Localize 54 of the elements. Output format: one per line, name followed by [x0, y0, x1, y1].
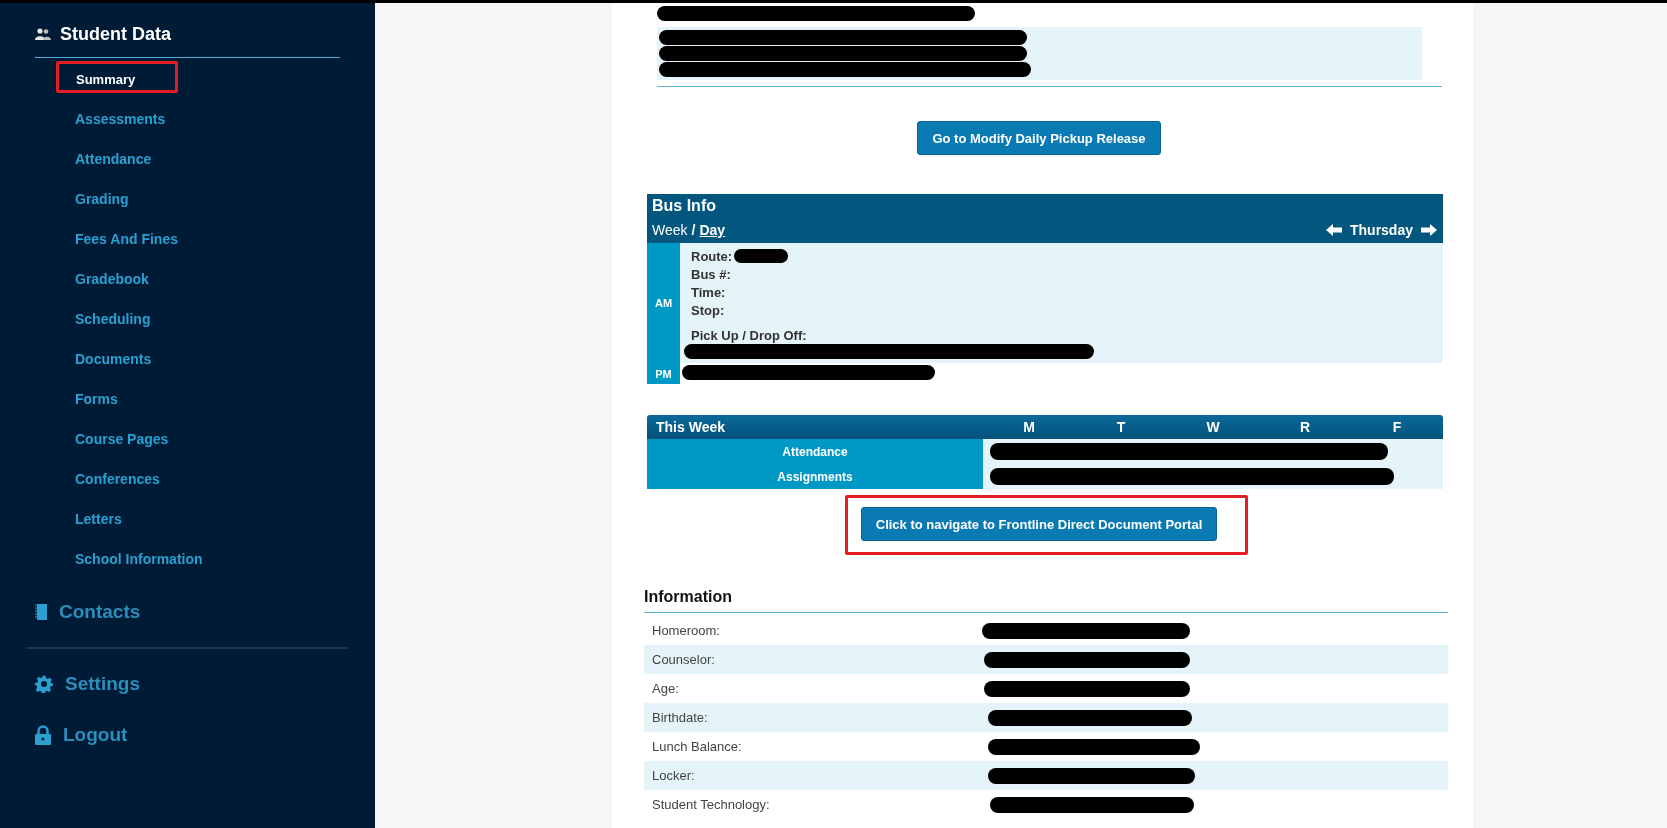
sidebar-link[interactable]: Logout — [35, 723, 375, 747]
sidebar-item[interactable]: Scheduling — [75, 310, 151, 329]
day-label: Thursday — [1350, 222, 1413, 238]
sidebar-item[interactable]: Fees And Fines — [75, 230, 178, 249]
book-icon — [35, 604, 47, 620]
sidebar-item[interactable]: School Information — [75, 550, 203, 569]
field-label: Bus #: — [691, 266, 731, 282]
sidebar-item[interactable]: Conferences — [75, 470, 160, 489]
sidebar-item[interactable]: Assessments — [75, 110, 166, 129]
view-toggle[interactable]: Week — [652, 222, 688, 238]
sidebar-link[interactable]: Settings — [35, 672, 375, 696]
field-label: Age: — [652, 681, 680, 696]
day-heading: T — [1115, 419, 1127, 435]
day-heading: R — [1298, 419, 1312, 435]
redaction-bar — [734, 249, 789, 263]
sidebar-item[interactable]: Forms — [75, 390, 118, 409]
sidebar-item[interactable]: Documents — [75, 350, 152, 369]
view-toggle[interactable]: Day — [699, 222, 726, 238]
pm-label: PM — [647, 363, 680, 384]
row-label: Attendance — [647, 439, 983, 464]
field-label: Route: — [691, 248, 733, 264]
sidebar-link[interactable]: Contacts — [35, 600, 375, 624]
sidebar-item[interactable]: Course Pages — [75, 430, 169, 449]
pickup-release-button[interactable]: Go to Modify Daily Pickup Release — [917, 121, 1161, 155]
people-icon — [35, 28, 51, 40]
right-arrow-icon[interactable] — [1421, 224, 1437, 236]
row-label: Assignments — [647, 464, 983, 489]
section-heading: Information — [644, 588, 733, 606]
field-label: Homeroom: — [652, 623, 721, 638]
left-arrow-icon[interactable] — [1326, 224, 1342, 236]
field-label: Stop: — [691, 302, 725, 318]
field-label: Student Technology: — [652, 797, 771, 812]
bus-info-title: Bus Info — [652, 197, 717, 216]
sidebar-item[interactable]: Gradebook — [75, 270, 149, 289]
sidebar-item[interactable]: Grading — [75, 190, 129, 209]
field-label: Birthdate: — [652, 710, 709, 725]
field-label: Lunch Balance: — [652, 739, 743, 754]
settings-icon — [35, 675, 53, 693]
day-heading: F — [1391, 419, 1403, 435]
section-title: Student Data — [60, 23, 171, 45]
week-title: This Week — [655, 419, 726, 435]
field-label: Pick Up / Drop Off: — [690, 327, 808, 344]
sidebar-item[interactable]: Summary — [76, 70, 136, 89]
field-label: Locker: — [652, 768, 696, 783]
sidebar-item[interactable]: Letters — [75, 510, 122, 529]
lock-icon — [35, 725, 51, 745]
field-label: Counselor: — [652, 652, 716, 667]
separator: / — [691, 222, 696, 238]
portal-button[interactable]: Click to navigate to Frontline Direct Document Portal — [860, 507, 1218, 541]
am-label: AM — [647, 243, 680, 363]
field-label: Time: — [691, 284, 726, 300]
day-heading: W — [1205, 419, 1221, 435]
day-heading: M — [1022, 419, 1036, 435]
sidebar-item[interactable]: Attendance — [75, 150, 152, 169]
